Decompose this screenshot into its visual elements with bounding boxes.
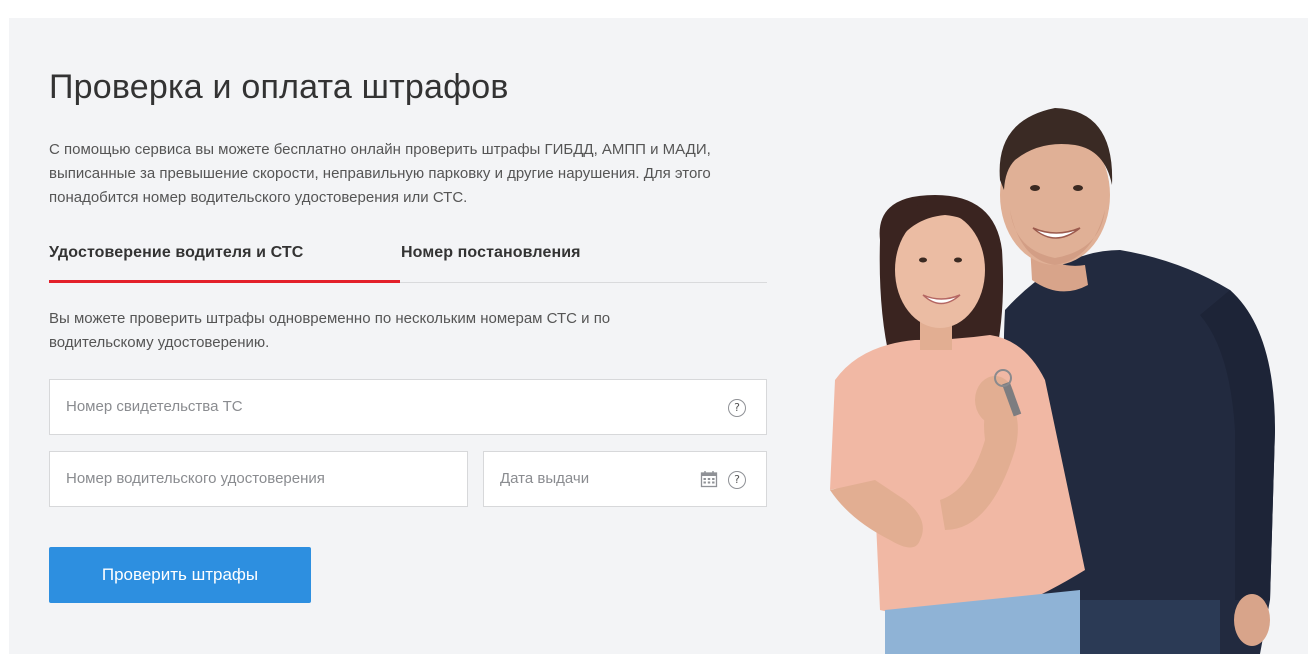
check-fines-button[interactable]: Проверить штрафы xyxy=(49,547,311,603)
tab-resolution-number[interactable]: Номер постановления xyxy=(401,244,581,262)
tab-bar: Удостоверение водителя и СТС Номер поста… xyxy=(49,236,767,283)
page-title: Проверка и оплата штрафов xyxy=(49,68,509,106)
license-number-placeholder: Номер водительского удостоверения xyxy=(66,470,325,487)
tab-license-and-sts[interactable]: Удостоверение водителя и СТС xyxy=(49,244,303,262)
help-icon[interactable]: ? xyxy=(728,399,746,417)
page-description: С помощью сервиса вы можете бесплатно он… xyxy=(49,141,711,206)
issue-date-placeholder: Дата выдачи xyxy=(500,470,590,487)
license-number-field[interactable]: Номер водительского удостоверения xyxy=(49,451,468,507)
help-icon[interactable]: ? xyxy=(728,471,746,489)
active-tab-indicator xyxy=(49,280,400,283)
sts-number-field[interactable]: Номер свидетельства ТС ? xyxy=(49,379,767,435)
form-hint: Вы можете проверить штрафы одновременно … xyxy=(49,310,611,351)
sts-number-placeholder: Номер свидетельства ТС xyxy=(66,398,243,415)
issue-date-field[interactable]: Дата выдачи ? xyxy=(483,451,767,507)
couple-photo xyxy=(830,108,1275,654)
calendar-icon[interactable] xyxy=(700,470,718,488)
